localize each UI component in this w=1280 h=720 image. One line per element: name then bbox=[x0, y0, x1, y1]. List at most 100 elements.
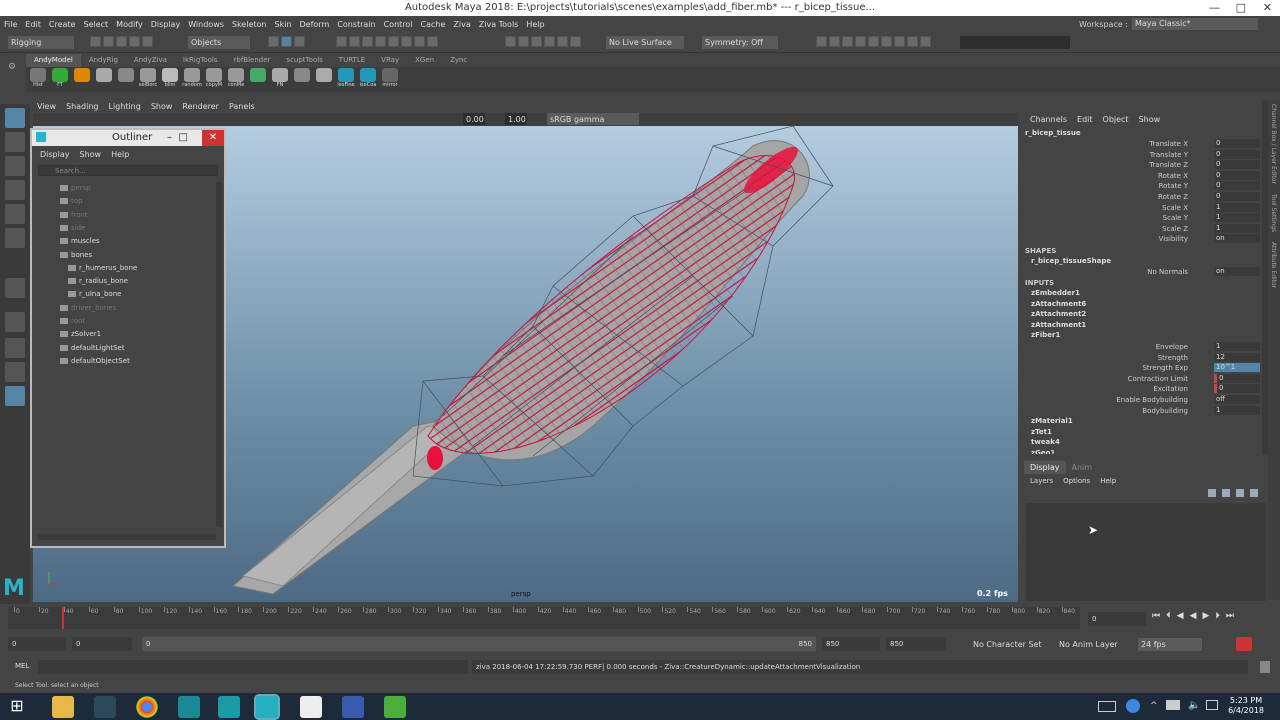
camera-icon[interactable] bbox=[894, 36, 905, 47]
snap-surface-icon[interactable] bbox=[388, 36, 399, 47]
fiber-attr-field[interactable]: 1 bbox=[1214, 342, 1260, 351]
menu-display[interactable]: Display bbox=[151, 20, 181, 29]
current-frame-field[interactable]: 0 bbox=[1088, 612, 1146, 626]
channel-value-field[interactable]: 0 bbox=[1214, 181, 1260, 191]
channel-value-field[interactable]: 0 bbox=[1214, 160, 1260, 170]
shelf-tab-vray[interactable]: VRay bbox=[373, 54, 407, 67]
auto-key-icon[interactable] bbox=[1236, 637, 1252, 651]
menu-create[interactable]: Create bbox=[49, 20, 76, 29]
channel-value-field[interactable]: on bbox=[1214, 234, 1260, 244]
layer-tab-anim[interactable]: Anim bbox=[1066, 461, 1099, 474]
undo-icon[interactable] bbox=[129, 36, 140, 47]
outliner-title-bar[interactable]: Outliner – □ ✕ bbox=[32, 130, 224, 146]
maximize-icon[interactable]: □ bbox=[179, 130, 188, 146]
input-node[interactable]: zAttachment1 bbox=[1031, 321, 1086, 329]
shelf-button[interactable]: FT bbox=[50, 67, 70, 91]
chrome-icon[interactable] bbox=[136, 696, 158, 718]
shape-node[interactable]: r_bicep_tissueShape bbox=[1031, 257, 1111, 265]
outliner-item[interactable]: persp bbox=[60, 182, 91, 194]
panel-menu-shading[interactable]: Shading bbox=[66, 100, 99, 113]
menu-edit[interactable]: Edit bbox=[25, 20, 41, 29]
play-forward-icon[interactable]: ▶ bbox=[1202, 611, 1209, 621]
network-icon[interactable] bbox=[1166, 700, 1180, 710]
file-explorer-icon[interactable] bbox=[52, 696, 74, 718]
shelf-button[interactable] bbox=[314, 67, 334, 91]
input-node[interactable]: zMaterial1 bbox=[1031, 417, 1073, 425]
system-clock[interactable]: 5:23 PM 6/4/2018 bbox=[1228, 696, 1264, 716]
camtasia-icon[interactable] bbox=[300, 696, 322, 718]
single-perspective-layout-icon[interactable] bbox=[5, 312, 25, 332]
range-slider[interactable]: 0 850 bbox=[142, 637, 816, 651]
select-hierarchy-icon[interactable] bbox=[268, 36, 279, 47]
link-icon[interactable] bbox=[505, 36, 516, 47]
maya-active-icon[interactable] bbox=[254, 694, 280, 720]
shelf-tab-andyrig[interactable]: AndyRig bbox=[81, 54, 126, 67]
channel-value-field[interactable]: 1 bbox=[1214, 223, 1260, 233]
side-tab[interactable]: Attribute Editor bbox=[1270, 242, 1277, 288]
history-icon[interactable] bbox=[518, 36, 529, 47]
outliner-item[interactable]: defaultObjectSet bbox=[60, 355, 130, 367]
lasso-tool-icon[interactable] bbox=[5, 132, 25, 152]
shelf-button[interactable] bbox=[72, 67, 92, 91]
film-icon[interactable] bbox=[907, 36, 918, 47]
shelf-tab-rbfblender[interactable]: rbfBlender bbox=[226, 54, 279, 67]
layer-menu-help[interactable]: Help bbox=[1100, 477, 1116, 485]
render-view-icon[interactable] bbox=[816, 36, 827, 47]
shelf-button[interactable]: FN bbox=[270, 67, 290, 91]
tray-chevron-icon[interactable]: ^ bbox=[1150, 701, 1158, 711]
snap-curve-icon[interactable] bbox=[349, 36, 360, 47]
channel-value-field[interactable]: 0 bbox=[1214, 170, 1260, 180]
minimize-icon[interactable]: – bbox=[167, 130, 172, 146]
input-node[interactable]: zEmbedder1 bbox=[1031, 289, 1080, 297]
outliner-window[interactable]: Outliner – □ ✕ Display Show Help Search...… bbox=[30, 128, 226, 548]
shelf-tab-andymodel[interactable]: AndyModel bbox=[26, 54, 81, 67]
menu-skeleton[interactable]: Skeleton bbox=[232, 20, 267, 29]
panel-menu-lighting[interactable]: Lighting bbox=[108, 100, 140, 113]
move-layer-down-icon[interactable] bbox=[1222, 489, 1230, 497]
four-view-layout-icon[interactable] bbox=[5, 338, 25, 358]
input-node[interactable]: tweak4 bbox=[1031, 438, 1060, 446]
menu-ziva-tools[interactable]: Ziva Tools bbox=[479, 20, 519, 29]
channelbox-menu-show[interactable]: Show bbox=[1139, 115, 1161, 124]
script-mode-label[interactable]: MEL bbox=[15, 662, 29, 670]
snap-grid-icon[interactable] bbox=[336, 36, 347, 47]
channelbox-menu-object[interactable]: Object bbox=[1103, 115, 1129, 124]
workspace-selector[interactable]: Workspace : Maya Classic* bbox=[1079, 18, 1258, 30]
input-icon[interactable] bbox=[544, 36, 555, 47]
shelf-button[interactable]: isoFine bbox=[336, 67, 356, 91]
step-back-key-icon[interactable]: ⏴ bbox=[1166, 611, 1171, 621]
channelbox-menu-edit[interactable]: Edit bbox=[1077, 115, 1093, 124]
move-layer-up-icon[interactable] bbox=[1208, 489, 1216, 497]
channel-value-field[interactable]: 0 bbox=[1214, 139, 1260, 148]
channel-value-field[interactable]: 1 bbox=[1214, 213, 1260, 223]
channel-value-field[interactable]: 0 bbox=[1214, 192, 1260, 201]
playback-end-field[interactable]: 850 bbox=[822, 637, 880, 651]
shelf-tab-xgen[interactable]: XGen bbox=[407, 54, 442, 67]
fiber-attr-field[interactable]: 0 bbox=[1214, 373, 1260, 383]
workspace-dropdown[interactable]: Maya Classic* bbox=[1132, 18, 1258, 30]
speaker-icon[interactable]: 🔈 bbox=[1188, 700, 1200, 711]
outliner-menu-help[interactable]: Help bbox=[111, 150, 129, 159]
outliner-item[interactable]: r_humerus_bone bbox=[68, 262, 137, 274]
outliner-item[interactable]: driver_bones bbox=[60, 302, 116, 314]
menu-control[interactable]: Control bbox=[384, 20, 413, 29]
construction-icon[interactable] bbox=[531, 36, 542, 47]
shelf-tab-turtle[interactable]: TURTLE bbox=[331, 54, 373, 67]
panel-menu-panels[interactable]: Panels bbox=[229, 100, 255, 113]
ipr-icon[interactable] bbox=[842, 36, 853, 47]
terminal-app-icon[interactable] bbox=[94, 696, 116, 718]
menu-cache[interactable]: Cache bbox=[421, 20, 446, 29]
shelf-button[interactable]: copyM bbox=[204, 67, 224, 91]
live-surface-dropdown[interactable]: No Live Surface bbox=[606, 36, 684, 49]
shelf-button[interactable] bbox=[292, 67, 312, 91]
pause-icon[interactable] bbox=[920, 36, 931, 47]
outliner-item[interactable]: zSolver1 bbox=[60, 328, 101, 340]
keyboard-icon[interactable] bbox=[1098, 701, 1116, 712]
shelf-settings-icon[interactable]: ⚙ bbox=[8, 62, 16, 72]
maya-icon[interactable] bbox=[218, 696, 240, 718]
input-node[interactable]: zGeo1 bbox=[1031, 449, 1055, 454]
playback-start-field[interactable]: 0 bbox=[72, 637, 132, 651]
shelf-button[interactable] bbox=[94, 67, 114, 91]
magnet-icon[interactable] bbox=[427, 36, 438, 47]
input-line-field[interactable] bbox=[960, 36, 1070, 49]
